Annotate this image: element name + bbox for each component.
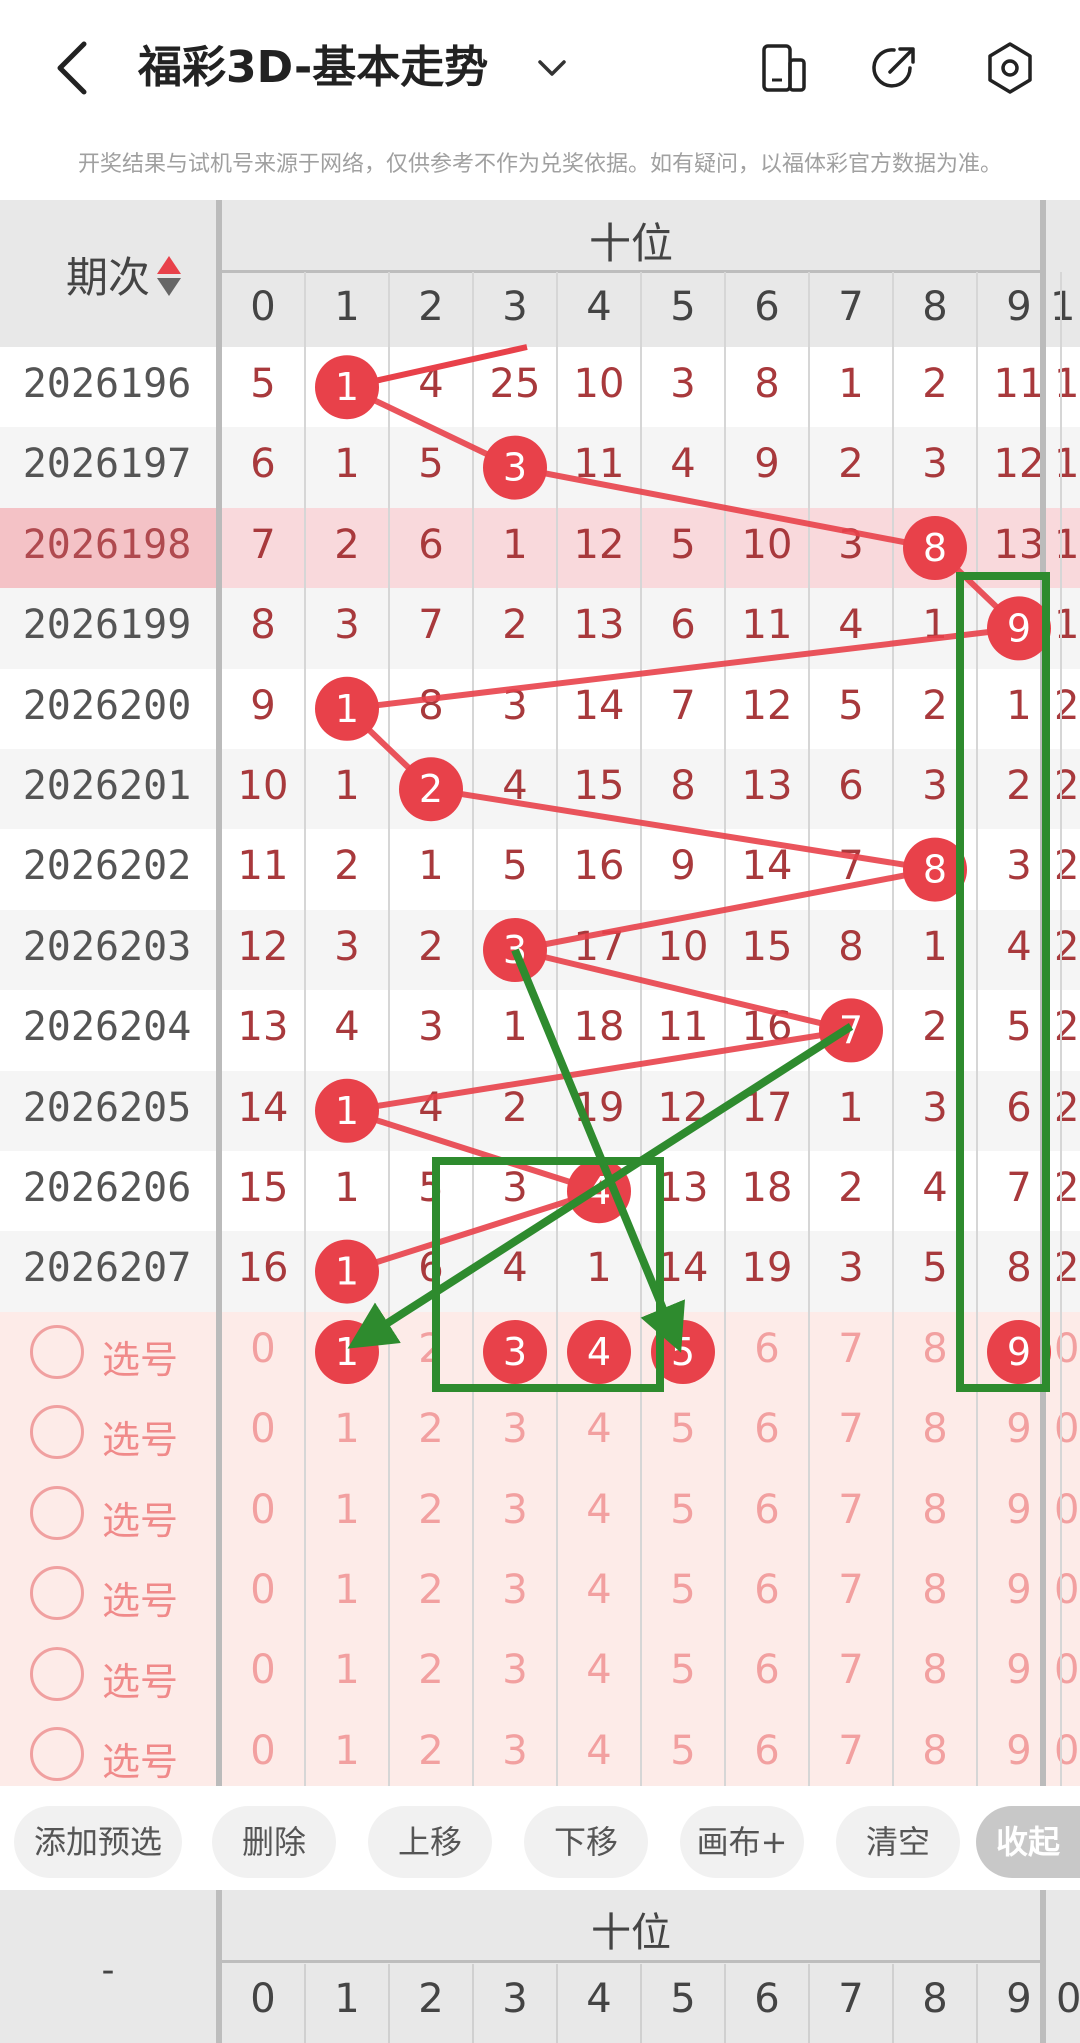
bottom-digit-separator — [976, 1964, 978, 2043]
hit-ball-label: 1 — [335, 1089, 359, 1133]
back-icon[interactable] — [48, 36, 98, 100]
hit-ball-label: 8 — [923, 848, 947, 892]
toolbar-button-2[interactable]: 上移 — [368, 1806, 492, 1878]
bottom-digit-header-8: 8 — [922, 1976, 948, 2022]
hit-ball-label: 1 — [335, 1250, 359, 1294]
toolbar-button-6[interactable]: 收起 — [976, 1806, 1080, 1878]
hit-ball-label: 1 — [335, 687, 359, 731]
disclaimer-text: 开奖结果与试机号来源于网络，仅供参考不作为兑奖依据。如有疑问，以福体彩官方数据为… — [77, 152, 1002, 177]
bottom-period-label: - — [101, 1950, 115, 1991]
bottom-digit-separator — [388, 1964, 390, 2043]
bottom-digit-header-5: 5 — [670, 1976, 696, 2022]
share-icon[interactable] — [866, 40, 922, 96]
bottom-digit-header-7: 7 — [838, 1976, 864, 2022]
trend-lines: 138912837141 — [315, 344, 1051, 1392]
settings-icon[interactable] — [982, 40, 1038, 96]
action-toolbar: 添加预选 删除 上移 下移 画布+ 清空 收起 — [0, 1786, 1080, 1890]
bottom-digit-header-0: 0 — [250, 1976, 276, 2022]
trend-polyline — [340, 384, 1026, 1275]
trend-table: 期次 十位 0 1 2 3 4 5 6 7 8 9 1 2026196 5 4 25 10 3 8 1 2 11 1 20261… — [0, 200, 1080, 1786]
bottom-digit-separator — [556, 1964, 558, 2043]
toolbar-button-4[interactable]: 画布+ — [680, 1806, 804, 1878]
bottom-header-divider — [216, 1960, 1046, 1963]
phone-icon[interactable] — [756, 40, 812, 96]
bottom-digit-separator — [724, 1964, 726, 2043]
hit-ball-label: 1 — [335, 365, 359, 409]
bottom-digit-header-6: 6 — [754, 1976, 780, 2022]
page-title[interactable]: 福彩3D-基本走势 — [138, 36, 488, 100]
toolbar-button-5[interactable]: 清空 — [836, 1806, 960, 1878]
bottom-digit-separator — [304, 1964, 306, 2043]
bottom-table-header: - 十位 0 1 2 3 4 5 6 7 8 9 0 — [0, 1890, 1080, 2043]
bottom-extra-digit: 0 — [1056, 1976, 1080, 2022]
hit-ball: 1 — [315, 1239, 379, 1304]
bottom-section-header: 十位 — [591, 1910, 671, 1956]
bottom-digit-separator — [640, 1964, 642, 2043]
bottom-digit-header-9: 9 — [1006, 1976, 1032, 2022]
hit-ball: 1 — [315, 355, 379, 420]
bottom-digit-header-1: 1 — [334, 1976, 360, 2022]
app-header: 福彩3D-基本走势 — [0, 0, 1080, 130]
hit-ball-label: 9 — [1007, 606, 1031, 650]
bottom-col-separator-right — [1040, 1890, 1046, 2043]
hit-ball: 8 — [903, 516, 967, 580]
toolbar-button-3[interactable]: 下移 — [524, 1806, 648, 1878]
bottom-digit-separator — [808, 1964, 810, 2043]
bottom-digit-separator — [892, 1964, 894, 2043]
hit-ball: 1 — [315, 1078, 379, 1143]
annotation-arrow-down — [511, 948, 685, 1353]
hit-ball-label: 3 — [503, 446, 527, 490]
annotation-box-col9 — [956, 572, 1050, 1392]
hit-ball: 9 — [987, 596, 1051, 661]
bottom-digit-header-4: 4 — [586, 1976, 612, 2022]
toolbar-button-0[interactable]: 添加预选 — [14, 1806, 182, 1878]
hit-ball-label: 8 — [923, 526, 947, 570]
hit-ball-label: 2 — [419, 767, 443, 811]
hit-ball: 2 — [399, 757, 463, 822]
toolbar-button-1[interactable]: 删除 — [212, 1806, 336, 1878]
bottom-digit-separator — [472, 1964, 474, 2043]
bottom-digit-header-2: 2 — [418, 1976, 444, 2022]
hit-ball: 1 — [315, 676, 379, 741]
bottom-digit-header-3: 3 — [502, 1976, 528, 2022]
hit-ball: 3 — [483, 435, 547, 500]
chevron-down-icon[interactable] — [534, 50, 570, 86]
bottom-col-separator — [216, 1890, 222, 2043]
